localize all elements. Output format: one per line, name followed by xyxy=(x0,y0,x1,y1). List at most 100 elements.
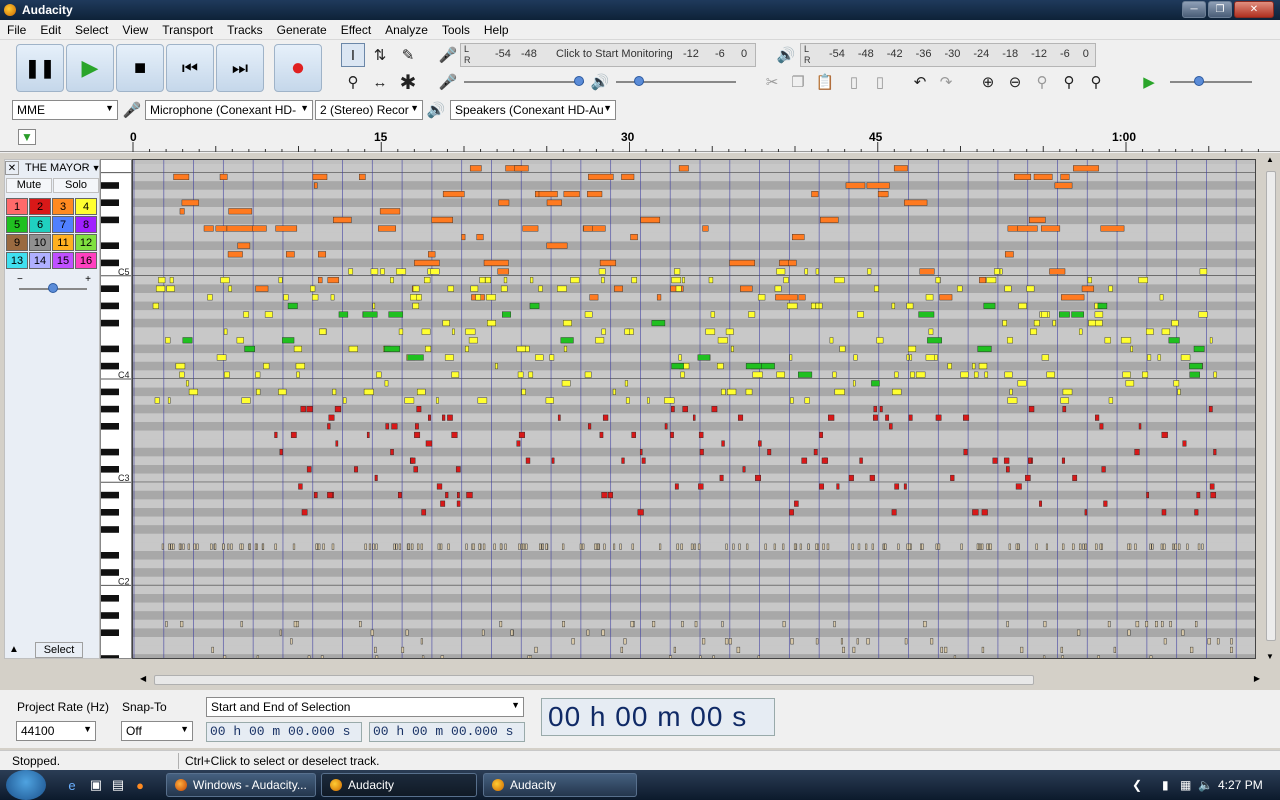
midi-note[interactable] xyxy=(188,388,198,395)
midi-note[interactable] xyxy=(1135,621,1140,628)
midi-note[interactable] xyxy=(1082,543,1085,550)
midi-note[interactable] xyxy=(682,277,685,284)
midi-note[interactable] xyxy=(342,397,347,404)
midi-note[interactable] xyxy=(223,655,227,659)
close-window-button[interactable]: ✕ xyxy=(1234,1,1274,18)
midi-note[interactable] xyxy=(717,337,728,344)
midi-note[interactable] xyxy=(776,268,786,275)
menu-tools[interactable]: Tools xyxy=(435,23,477,37)
midi-note[interactable] xyxy=(693,543,696,550)
midi-note[interactable] xyxy=(405,629,409,636)
midi-note[interactable] xyxy=(395,543,398,550)
midi-note[interactable] xyxy=(388,311,404,318)
taskbar-task-firefox[interactable]: Windows - Audacity... xyxy=(166,773,316,797)
midi-note[interactable] xyxy=(293,345,302,352)
midi-note[interactable] xyxy=(620,646,624,653)
midi-note[interactable] xyxy=(557,414,561,421)
skip-to-start-button[interactable]: ⏮ xyxy=(166,44,214,92)
midi-note[interactable] xyxy=(1134,543,1137,550)
midi-note[interactable] xyxy=(1084,543,1087,550)
midi-note[interactable] xyxy=(457,492,460,499)
midi-note[interactable] xyxy=(445,492,449,499)
midi-note[interactable] xyxy=(1182,440,1187,447)
midi-note[interactable] xyxy=(680,543,683,550)
midi-note[interactable] xyxy=(1108,285,1113,292)
midi-note[interactable] xyxy=(182,543,185,550)
midi-note[interactable] xyxy=(681,621,684,628)
midi-note[interactable] xyxy=(960,543,963,550)
midi-note[interactable] xyxy=(619,543,622,550)
midi-note[interactable] xyxy=(728,638,732,645)
midi-note[interactable] xyxy=(481,629,485,636)
midi-note[interactable] xyxy=(1014,173,1032,180)
midi-note[interactable] xyxy=(908,414,913,421)
fit-project-button[interactable]: ⚲ xyxy=(1057,70,1081,94)
midi-note[interactable] xyxy=(1127,629,1131,636)
midi-note[interactable] xyxy=(921,543,924,550)
midi-note[interactable] xyxy=(165,621,168,628)
midi-note[interactable] xyxy=(1196,492,1201,499)
midi-note[interactable] xyxy=(227,251,243,258)
midi-note[interactable] xyxy=(1145,621,1149,628)
midi-note[interactable] xyxy=(546,199,562,206)
midi-note[interactable] xyxy=(859,457,863,464)
midi-note[interactable] xyxy=(676,543,679,550)
midi-note[interactable] xyxy=(525,543,528,550)
midi-note[interactable] xyxy=(468,337,478,344)
midi-note[interactable] xyxy=(1061,457,1065,464)
midi-note[interactable] xyxy=(219,173,228,180)
midi-note[interactable] xyxy=(647,397,650,404)
midi-note[interactable] xyxy=(918,311,935,318)
midi-note[interactable] xyxy=(935,414,942,421)
midi-note[interactable] xyxy=(255,371,261,378)
midi-note[interactable] xyxy=(976,543,979,550)
midi-note[interactable] xyxy=(407,354,424,361)
midi-note[interactable] xyxy=(414,259,440,266)
midi-note[interactable] xyxy=(1103,500,1108,507)
midi-note[interactable] xyxy=(1138,423,1142,430)
track-name[interactable]: THE MAYOR xyxy=(25,162,90,174)
midi-note[interactable] xyxy=(412,285,420,292)
midi-note[interactable] xyxy=(404,397,415,404)
timeline-ruler[interactable]: ▼ 0 15 30 45 1:00 xyxy=(0,126,1280,152)
snap-to-select[interactable]: Off ▼ xyxy=(121,721,193,741)
midi-note[interactable] xyxy=(313,492,318,499)
midi-note[interactable] xyxy=(1035,543,1038,550)
channel-8-button[interactable]: 8 xyxy=(75,216,97,233)
midi-note[interactable] xyxy=(424,277,431,284)
midi-note[interactable] xyxy=(264,311,273,318)
record-meter[interactable]: LR -54 -48 Click to Start Monitoring -12… xyxy=(460,43,756,67)
midi-note[interactable] xyxy=(570,277,580,284)
midi-note[interactable] xyxy=(710,311,715,318)
midi-note[interactable] xyxy=(169,277,174,284)
midi-note[interactable] xyxy=(792,234,805,241)
midi-note[interactable] xyxy=(748,311,756,318)
midi-note[interactable] xyxy=(730,345,734,352)
undo-button[interactable]: ↶ xyxy=(908,70,932,94)
midi-note[interactable] xyxy=(760,363,775,370)
midi-note[interactable] xyxy=(729,259,755,266)
midi-note[interactable] xyxy=(699,449,704,456)
midi-note[interactable] xyxy=(493,543,496,550)
midi-note[interactable] xyxy=(300,406,306,413)
skip-to-end-button[interactable]: ⏭ xyxy=(216,44,264,92)
midi-note[interactable] xyxy=(719,474,724,481)
midi-note[interactable] xyxy=(455,466,461,473)
midi-note[interactable] xyxy=(413,466,418,473)
midi-note[interactable] xyxy=(224,371,230,378)
midi-note[interactable] xyxy=(798,371,813,378)
midi-note[interactable] xyxy=(375,655,379,659)
midi-note[interactable] xyxy=(892,388,902,395)
midi-note[interactable] xyxy=(1041,225,1061,232)
midi-note[interactable] xyxy=(210,543,213,550)
midi-note[interactable] xyxy=(327,423,331,430)
midi-note[interactable] xyxy=(203,225,214,232)
midi-note[interactable] xyxy=(584,371,592,378)
midi-note[interactable] xyxy=(690,543,694,550)
midi-note[interactable] xyxy=(1100,225,1125,232)
midi-note[interactable] xyxy=(624,380,629,387)
midi-note[interactable] xyxy=(1028,406,1035,413)
midi-note[interactable] xyxy=(1097,655,1100,659)
midi-note[interactable] xyxy=(664,423,668,430)
midi-note[interactable] xyxy=(175,363,186,370)
